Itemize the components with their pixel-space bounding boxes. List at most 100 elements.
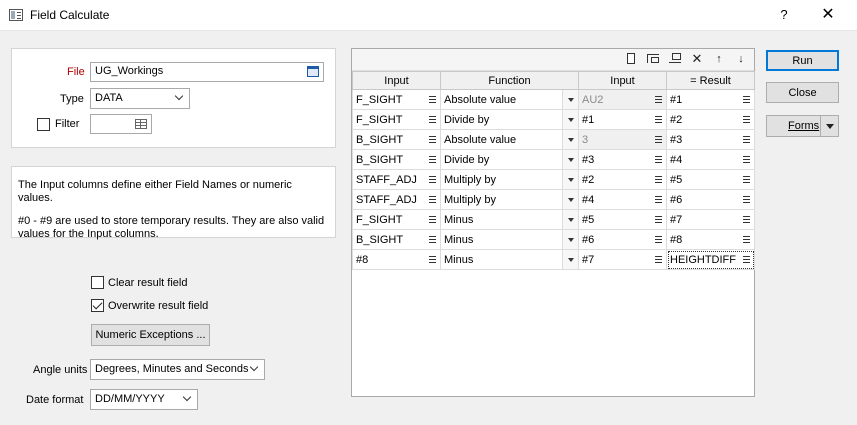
close-button[interactable]: Close — [766, 82, 839, 103]
field-menu-icon[interactable] — [655, 176, 662, 177]
column-header-input[interactable]: Input — [352, 71, 441, 90]
result-cell[interactable]: #7 — [666, 209, 755, 230]
function-cell[interactable]: Minus — [440, 229, 579, 250]
field-menu-icon[interactable] — [743, 136, 750, 137]
delete-row-icon[interactable]: ✕ — [690, 52, 704, 66]
input-cell[interactable]: STAFF_ADJ — [352, 169, 441, 190]
browse-file-icon[interactable] — [307, 66, 319, 77]
function-cell[interactable]: Minus — [440, 209, 579, 230]
field-menu-icon[interactable] — [655, 236, 662, 237]
field-menu-icon[interactable] — [743, 96, 750, 97]
forms-button[interactable]: Forms — [766, 115, 839, 137]
chevron-down-icon[interactable] — [562, 230, 578, 249]
field-menu-icon[interactable] — [429, 236, 436, 237]
function-cell[interactable]: Absolute value — [440, 129, 579, 150]
file-input[interactable]: UG_Workings — [90, 62, 324, 82]
field-menu-icon[interactable] — [743, 176, 750, 177]
result-cell[interactable]: #6 — [666, 189, 755, 210]
type-select[interactable]: DATA — [90, 88, 190, 109]
field-menu-icon[interactable] — [743, 256, 750, 257]
chevron-down-icon[interactable] — [562, 90, 578, 109]
field-menu-icon[interactable] — [743, 156, 750, 157]
column-header-input-2[interactable]: Input — [578, 71, 667, 90]
numeric-exceptions-button[interactable]: Numeric Exceptions ... — [91, 324, 210, 346]
field-menu-icon[interactable] — [655, 256, 662, 257]
input-2-cell[interactable]: #7 — [578, 249, 667, 270]
input-cell[interactable]: STAFF_ADJ — [352, 189, 441, 210]
insert-row-icon[interactable] — [646, 52, 660, 66]
input-2-cell[interactable]: AU2 — [578, 89, 667, 110]
column-header-function[interactable]: Function — [440, 71, 579, 90]
help-button[interactable]: ? — [773, 5, 795, 25]
function-cell[interactable]: Divide by — [440, 109, 579, 130]
new-row-icon[interactable] — [624, 52, 638, 66]
function-cell[interactable]: Minus — [440, 249, 579, 270]
field-menu-icon[interactable] — [429, 96, 436, 97]
chevron-down-icon[interactable] — [562, 250, 578, 269]
move-down-icon[interactable]: ↓ — [734, 52, 748, 66]
filter-checkbox[interactable] — [37, 118, 50, 131]
result-cell[interactable]: #1 — [666, 89, 755, 110]
run-button[interactable]: Run — [766, 50, 839, 71]
result-cell[interactable]: HEIGHTDIFF — [666, 249, 755, 270]
chevron-down-icon[interactable] — [562, 110, 578, 129]
field-menu-icon[interactable] — [429, 196, 436, 197]
column-header-result[interactable]: = Result — [666, 71, 755, 90]
field-menu-icon[interactable] — [655, 96, 662, 97]
input-2-cell[interactable]: #2 — [578, 169, 667, 190]
result-cell[interactable]: #3 — [666, 129, 755, 150]
forms-dropdown-icon[interactable] — [826, 124, 834, 129]
input-cell[interactable]: #8 — [352, 249, 441, 270]
field-menu-icon[interactable] — [655, 196, 662, 197]
result-cell[interactable]: #5 — [666, 169, 755, 190]
clear-result-checkbox[interactable] — [91, 276, 104, 289]
field-menu-icon[interactable] — [429, 136, 436, 137]
chevron-down-icon[interactable] — [562, 150, 578, 169]
move-up-icon[interactable]: ↑ — [712, 52, 726, 66]
input-2-cell[interactable]: #1 — [578, 109, 667, 130]
field-menu-icon[interactable] — [429, 256, 436, 257]
input-cell[interactable]: F_SIGHT — [352, 109, 441, 130]
function-cell[interactable]: Multiply by — [440, 189, 579, 210]
result-cell[interactable]: #4 — [666, 149, 755, 170]
field-menu-icon[interactable] — [743, 196, 750, 197]
function-cell[interactable]: Divide by — [440, 149, 579, 170]
input-cell[interactable]: B_SIGHT — [352, 229, 441, 250]
field-menu-icon[interactable] — [743, 216, 750, 217]
field-menu-icon[interactable] — [429, 216, 436, 217]
date-format-select[interactable]: DD/MM/YYYY — [90, 389, 198, 410]
field-menu-icon[interactable] — [655, 116, 662, 117]
field-menu-icon[interactable] — [655, 216, 662, 217]
chevron-down-icon — [174, 92, 186, 104]
overwrite-result-checkbox[interactable] — [91, 299, 104, 312]
function-cell[interactable]: Absolute value — [440, 89, 579, 110]
filter-input[interactable] — [90, 114, 152, 134]
chevron-down-icon[interactable] — [562, 190, 578, 209]
chevron-down-icon[interactable] — [562, 210, 578, 229]
input-cell[interactable]: F_SIGHT — [352, 89, 441, 110]
input-2-cell[interactable]: 3 — [578, 129, 667, 150]
chevron-down-icon[interactable] — [562, 170, 578, 189]
field-menu-icon[interactable] — [655, 136, 662, 137]
function-cell[interactable]: Multiply by — [440, 169, 579, 190]
close-window-button[interactable]: ✕ — [814, 5, 842, 25]
result-cell[interactable]: #2 — [666, 109, 755, 130]
append-row-icon[interactable] — [668, 52, 682, 66]
input-2-cell[interactable]: #3 — [578, 149, 667, 170]
chevron-down-icon[interactable] — [562, 130, 578, 149]
angle-units-select[interactable]: Degrees, Minutes and Seconds — [90, 359, 265, 380]
field-menu-icon[interactable] — [743, 236, 750, 237]
field-menu-icon[interactable] — [429, 116, 436, 117]
input-cell[interactable]: B_SIGHT — [352, 129, 441, 150]
field-menu-icon[interactable] — [429, 156, 436, 157]
input-2-cell[interactable]: #4 — [578, 189, 667, 210]
input-2-cell[interactable]: #6 — [578, 229, 667, 250]
input-cell[interactable]: B_SIGHT — [352, 149, 441, 170]
field-menu-icon[interactable] — [429, 176, 436, 177]
input-2-cell[interactable]: #5 — [578, 209, 667, 230]
field-menu-icon[interactable] — [655, 156, 662, 157]
filter-table-icon[interactable] — [135, 119, 147, 129]
result-cell[interactable]: #8 — [666, 229, 755, 250]
field-menu-icon[interactable] — [743, 116, 750, 117]
input-cell[interactable]: F_SIGHT — [352, 209, 441, 230]
